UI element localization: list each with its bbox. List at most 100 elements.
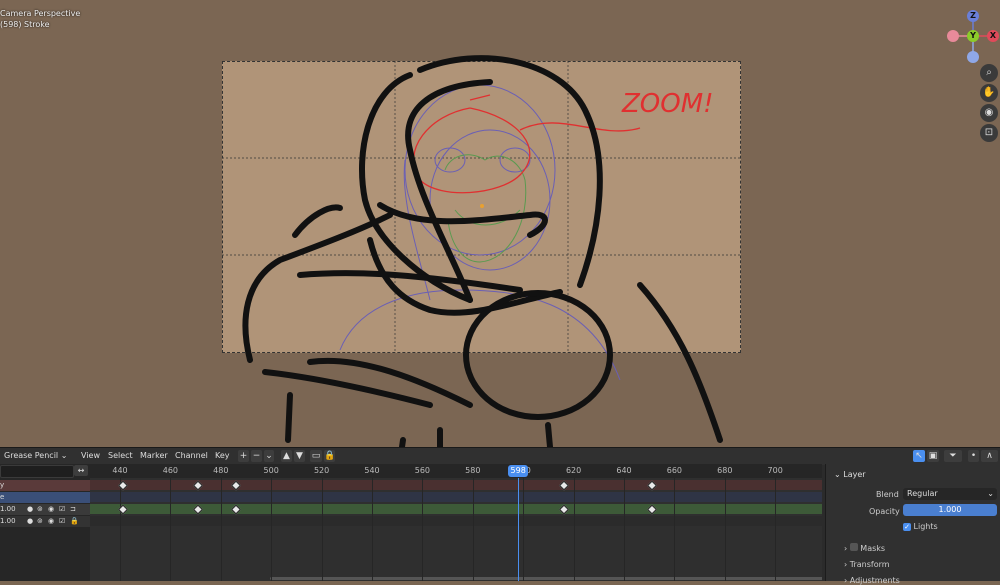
- chevron-down-icon: ⌄: [60, 451, 68, 460]
- masks-label: Masks: [860, 544, 886, 553]
- frame-tick-label: 440: [112, 466, 128, 475]
- frame-grid-line: [472, 478, 474, 581]
- frame-grid-line: [573, 478, 575, 581]
- frame-tick-label: 660: [666, 466, 683, 475]
- current-frame-badge[interactable]: 598: [508, 465, 529, 477]
- opacity-label: Opacity: [869, 507, 900, 516]
- filter-icon[interactable]: ⏷: [944, 450, 962, 462]
- zoom-icon[interactable]: ⌕: [980, 64, 998, 82]
- lights-label: Lights: [913, 522, 938, 531]
- gizmo-z-axis[interactable]: Z: [967, 10, 979, 22]
- frame-grid-line: [624, 478, 625, 581]
- lights-checkbox[interactable]: ✓ Lights: [903, 522, 938, 531]
- channel-summary[interactable]: y: [0, 480, 90, 491]
- proportional-icon[interactable]: •: [968, 450, 979, 462]
- checkbox-icon[interactable]: ☑: [59, 504, 65, 515]
- masks-section[interactable]: › Masks: [844, 543, 885, 553]
- blend-label: Blend: [876, 490, 899, 499]
- frame-tick-label: 480: [213, 466, 229, 475]
- frame-grid-line: [120, 478, 121, 581]
- channel-label: y: [0, 481, 5, 489]
- camera-icon[interactable]: ◉: [980, 104, 998, 122]
- timeline-area[interactable]: 4404604805005205405605806006206406606807…: [90, 464, 822, 581]
- frame-tick-label: 700: [767, 466, 783, 475]
- transform-section[interactable]: › Transform: [844, 560, 890, 569]
- frame-tick-label: 620: [565, 466, 582, 475]
- frame-grid-line: [523, 478, 525, 581]
- channel-search-input[interactable]: [0, 465, 74, 478]
- frame-ruler[interactable]: 4404604805005205405605806006206406606807…: [90, 464, 822, 478]
- dopesheet-editor: Grease Pencil ⌄ View Select Marker Chann…: [0, 447, 1000, 585]
- checkbox-icon[interactable]: [849, 543, 858, 551]
- opacity-slider[interactable]: 1.000: [903, 504, 997, 516]
- gizmo-neg-z-axis[interactable]: [967, 51, 979, 63]
- frame-tick-label: 540: [364, 466, 380, 475]
- horizontal-scrollbar[interactable]: [270, 577, 822, 580]
- frame-grid-line: [170, 478, 172, 581]
- transform-label: Transform: [849, 560, 890, 569]
- gizmo-y-axis[interactable]: Y: [967, 30, 979, 42]
- editor-type-label: Grease Pencil: [4, 451, 59, 460]
- unlock-icon[interactable]: ⊐: [70, 504, 76, 515]
- menu-channel[interactable]: Channel: [175, 451, 208, 460]
- blend-value: Regular: [907, 489, 938, 498]
- gizmo-x-axis[interactable]: X: [987, 30, 999, 42]
- frame-grid-line: [775, 478, 777, 581]
- frame-grid-line: [674, 478, 676, 581]
- frame-grid-line: [321, 478, 323, 581]
- add-layer-button[interactable]: +: [238, 450, 249, 462]
- channel-object[interactable]: e: [0, 492, 90, 503]
- move-layer-down-button[interactable]: ▼: [294, 450, 305, 462]
- hand-icon[interactable]: ✋: [980, 84, 998, 102]
- layer-section-header[interactable]: ⌄ Layer: [834, 470, 866, 479]
- playhead-line[interactable]: [518, 478, 520, 581]
- layer-opacity-value: 1.00: [0, 505, 16, 513]
- falloff-icon[interactable]: ∧: [981, 450, 998, 462]
- display-icon[interactable]: ▭: [310, 450, 322, 462]
- dot-icon: ●: [27, 505, 34, 513]
- frame-grid-line: [271, 478, 273, 581]
- chevron-right-icon: ›: [844, 544, 850, 553]
- menu-view[interactable]: View: [81, 451, 100, 460]
- lock-icon[interactable]: ⊡: [980, 124, 998, 142]
- swap-icon[interactable]: ↔: [74, 465, 88, 476]
- chevron-down-icon: ⌄: [987, 489, 994, 498]
- frame-tick-label: 680: [717, 466, 733, 475]
- frame-grid-line: [220, 478, 222, 581]
- eye-icon[interactable]: ◉: [48, 504, 54, 515]
- dopesheet-header: Grease Pencil ⌄ View Select Marker Chann…: [0, 447, 1000, 465]
- channel-layer-1[interactable]: 1.00 ● ⊚ ◉ ☑ ⊐: [0, 504, 90, 515]
- chevron-down-icon: ⌄: [834, 470, 844, 479]
- select-cursor-icon[interactable]: ↖: [913, 450, 925, 462]
- chevron-down-icon[interactable]: ⌄: [264, 450, 274, 462]
- frame-tick-label: 500: [263, 466, 279, 475]
- grease-pencil-drawing: ZOOM!: [222, 55, 741, 447]
- gizmo-neg-x-axis[interactable]: [947, 30, 959, 42]
- viewport-3d[interactable]: Camera Perspective (598) Stroke ZOOM! Z …: [0, 0, 1000, 447]
- frame-grid-line: [372, 478, 373, 581]
- onion-skin-icon[interactable]: ⊚: [37, 504, 43, 515]
- menu-marker[interactable]: Marker: [140, 451, 168, 460]
- channel-layer-2[interactable]: 1.00 ● ⊚ ◉ ☑ 🔒: [0, 516, 90, 527]
- channel-list: ↔ y e 1.00 ● ⊚ ◉ ☑ ⊐ 1.00 ● ⊚ ◉ ☑ 🔒: [0, 464, 90, 581]
- box-select-icon[interactable]: ▣: [927, 450, 939, 462]
- layer-properties-panel: ⌄ Layer Blend Regular ⌄ Opacity 1.000 ✓ …: [825, 464, 1000, 585]
- layer-opacity-value: 1.00: [0, 517, 16, 525]
- checkbox-icon[interactable]: ☑: [59, 516, 65, 527]
- editor-type-dropdown[interactable]: Grease Pencil ⌄: [4, 451, 67, 460]
- frame-tick-label: 560: [414, 466, 431, 475]
- move-layer-up-button[interactable]: ▲: [281, 450, 292, 462]
- layer-2-track: [90, 516, 822, 526]
- annotation-text: ZOOM!: [621, 89, 714, 119]
- menu-select[interactable]: Select: [108, 451, 133, 460]
- object-track: [90, 492, 822, 502]
- blend-dropdown[interactable]: Regular ⌄: [903, 488, 997, 500]
- remove-layer-button[interactable]: −: [251, 450, 262, 462]
- onion-skin-icon[interactable]: ⊚: [37, 516, 43, 527]
- lock-icon[interactable]: 🔒: [70, 516, 79, 527]
- lock-icon[interactable]: 🔒: [324, 450, 335, 462]
- checkbox-checked-icon: ✓: [903, 523, 911, 531]
- menu-key[interactable]: Key: [215, 451, 230, 460]
- frame-tick-label: 460: [162, 466, 179, 475]
- eye-icon[interactable]: ◉: [48, 516, 54, 527]
